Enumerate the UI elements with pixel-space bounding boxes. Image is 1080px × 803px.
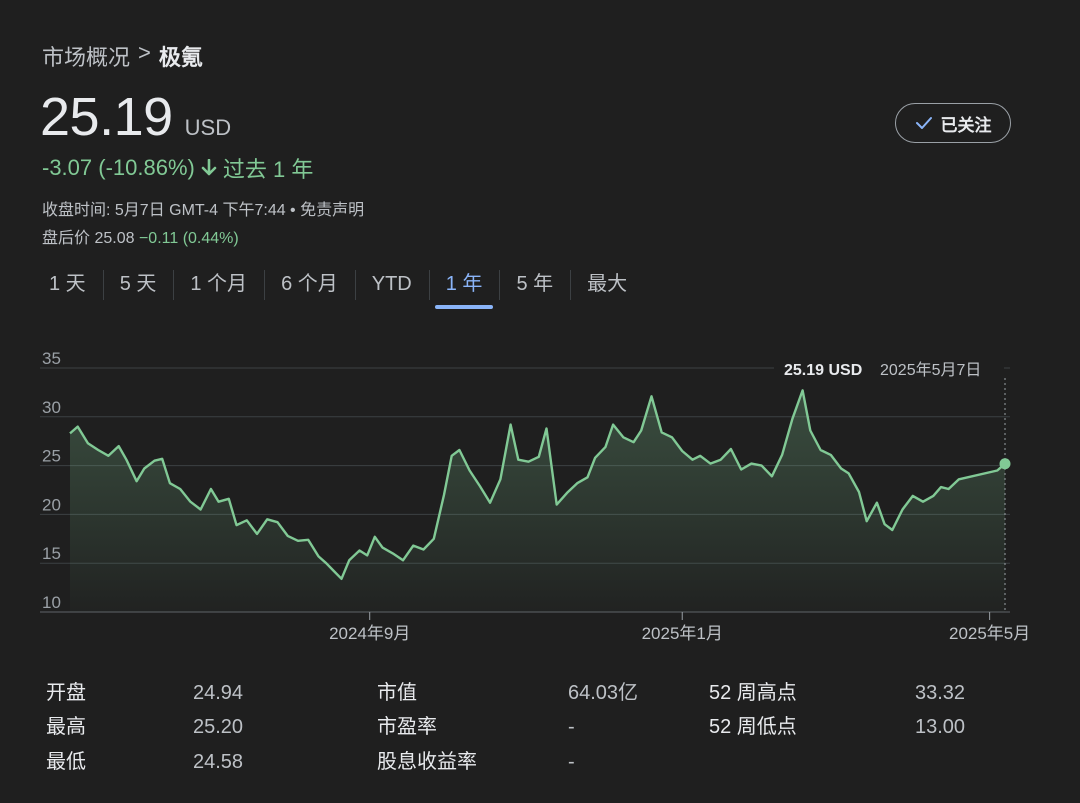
stat-value: 64.03亿 <box>568 682 639 704</box>
price-row: 25.19 USD <box>40 86 231 148</box>
x-tick-label: 2025年1月 <box>642 624 723 643</box>
stat-label: 股息收益率 <box>377 751 477 773</box>
checkmark-icon <box>915 117 932 129</box>
current-price: 25.19 <box>40 87 173 147</box>
tooltip-date: 2025年5月7日 <box>880 361 981 379</box>
follow-button[interactable]: 已关注 <box>895 103 1011 143</box>
change-period: 过去 1 年 <box>222 157 314 182</box>
x-tick-label: 2025年5月 <box>949 624 1030 643</box>
arrow-down-icon <box>201 159 217 176</box>
stat-value: - <box>568 716 575 738</box>
follow-button-label: 已关注 <box>940 115 992 135</box>
y-tick-label: 15 <box>42 544 61 563</box>
y-tick-label: 10 <box>42 593 61 612</box>
price-chart[interactable]: 35 30 25 20 15 10 2024年9月 2025年1月 2025年5月 25.19… <box>0 350 1080 650</box>
stat-label: 52 周低点 <box>709 716 797 738</box>
data-point-current[interactable] <box>999 458 1011 470</box>
after-hours: 盘后价 25.08 −0.11 (0.44%) <box>42 224 239 248</box>
time-range-tabs: 1 天 5 天 1 个月 6 个月 YTD 1 年 5 年 最大 <box>32 266 644 309</box>
price-change: -3.07 (-10.86%) <box>42 155 195 180</box>
tab-max[interactable]: 最大 <box>570 266 644 302</box>
y-tick-label: 25 <box>42 447 61 466</box>
breadcrumb-separator: > <box>138 40 151 65</box>
stat-label: 最低 <box>46 751 86 773</box>
y-tick-label: 30 <box>42 398 61 417</box>
stat-value: 13.00 <box>915 716 966 738</box>
breadcrumb: 市场概况 > 极氪 <box>42 40 203 72</box>
price-change-row: -3.07 (-10.86%) 过去 1 年 <box>42 152 313 184</box>
breadcrumb-parent[interactable]: 市场概况 <box>42 40 130 72</box>
stat-label: 52 周高点 <box>709 682 797 704</box>
breadcrumb-current: 极氪 <box>158 45 203 70</box>
stat-value: 24.58 <box>193 751 244 773</box>
stat-label: 市值 <box>377 682 417 704</box>
tab-5d[interactable]: 5 天 <box>102 266 174 302</box>
tab-1d[interactable]: 1 天 <box>32 266 103 302</box>
tooltip-value: 25.19 USD <box>784 362 862 379</box>
stat-value: 25.20 <box>193 716 244 738</box>
y-tick-label: 20 <box>42 495 61 514</box>
after-hours-label: 盘后价 25.08 <box>42 230 135 247</box>
tab-1y[interactable]: 1 年 <box>428 266 500 309</box>
stat-label: 开盘 <box>46 682 86 704</box>
currency-label: USD <box>184 115 232 140</box>
tab-ytd[interactable]: YTD <box>354 266 429 302</box>
y-tick-label: 35 <box>42 350 61 368</box>
stat-value: 33.32 <box>915 682 966 704</box>
after-hours-change: −0.11 (0.44%) <box>138 230 239 247</box>
stat-label: 最高 <box>46 716 86 738</box>
x-tick-label: 2024年9月 <box>329 624 410 643</box>
stat-label: 市盈率 <box>377 716 437 738</box>
series-area <box>70 390 1005 612</box>
close-info: 收盘时间: 5月7日 GMT-4 下午7:44 • 免责声明 <box>42 202 365 219</box>
tab-6m[interactable]: 6 个月 <box>264 266 355 302</box>
stat-value: 24.94 <box>193 682 244 704</box>
stat-value: - <box>568 751 575 773</box>
tab-1m[interactable]: 1 个月 <box>173 266 264 302</box>
tab-5y[interactable]: 5 年 <box>499 266 570 302</box>
